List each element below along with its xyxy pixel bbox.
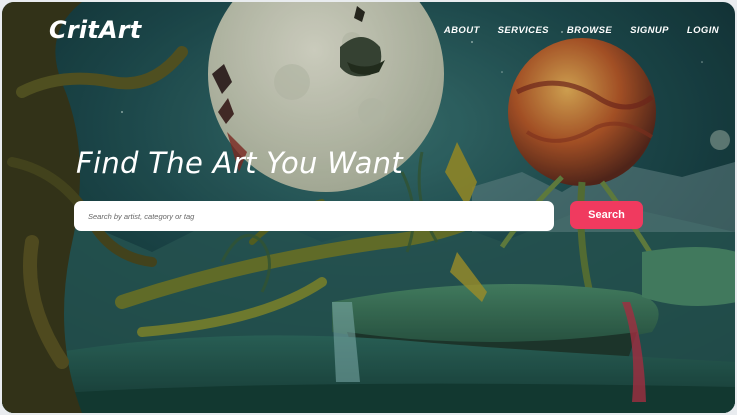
search-button[interactable]: Search xyxy=(570,201,643,229)
nav-services[interactable]: SERVICES xyxy=(498,25,549,36)
nav-login[interactable]: LOGIN xyxy=(687,25,719,36)
nav-signup[interactable]: SIGNUP xyxy=(630,25,669,36)
nav-browse[interactable]: BROWSE xyxy=(567,25,612,36)
logo[interactable]: CritArt xyxy=(49,16,141,44)
page-frame: CritArt ABOUT SERVICES BROWSE SIGNUP LOG… xyxy=(2,2,735,413)
main-nav: ABOUT SERVICES BROWSE SIGNUP LOGIN xyxy=(444,25,719,36)
site-header: CritArt ABOUT SERVICES BROWSE SIGNUP LOG… xyxy=(2,2,735,62)
hero-title: Find The Art You Want xyxy=(76,146,404,180)
search-input[interactable] xyxy=(74,201,554,231)
nav-about[interactable]: ABOUT xyxy=(444,25,480,36)
